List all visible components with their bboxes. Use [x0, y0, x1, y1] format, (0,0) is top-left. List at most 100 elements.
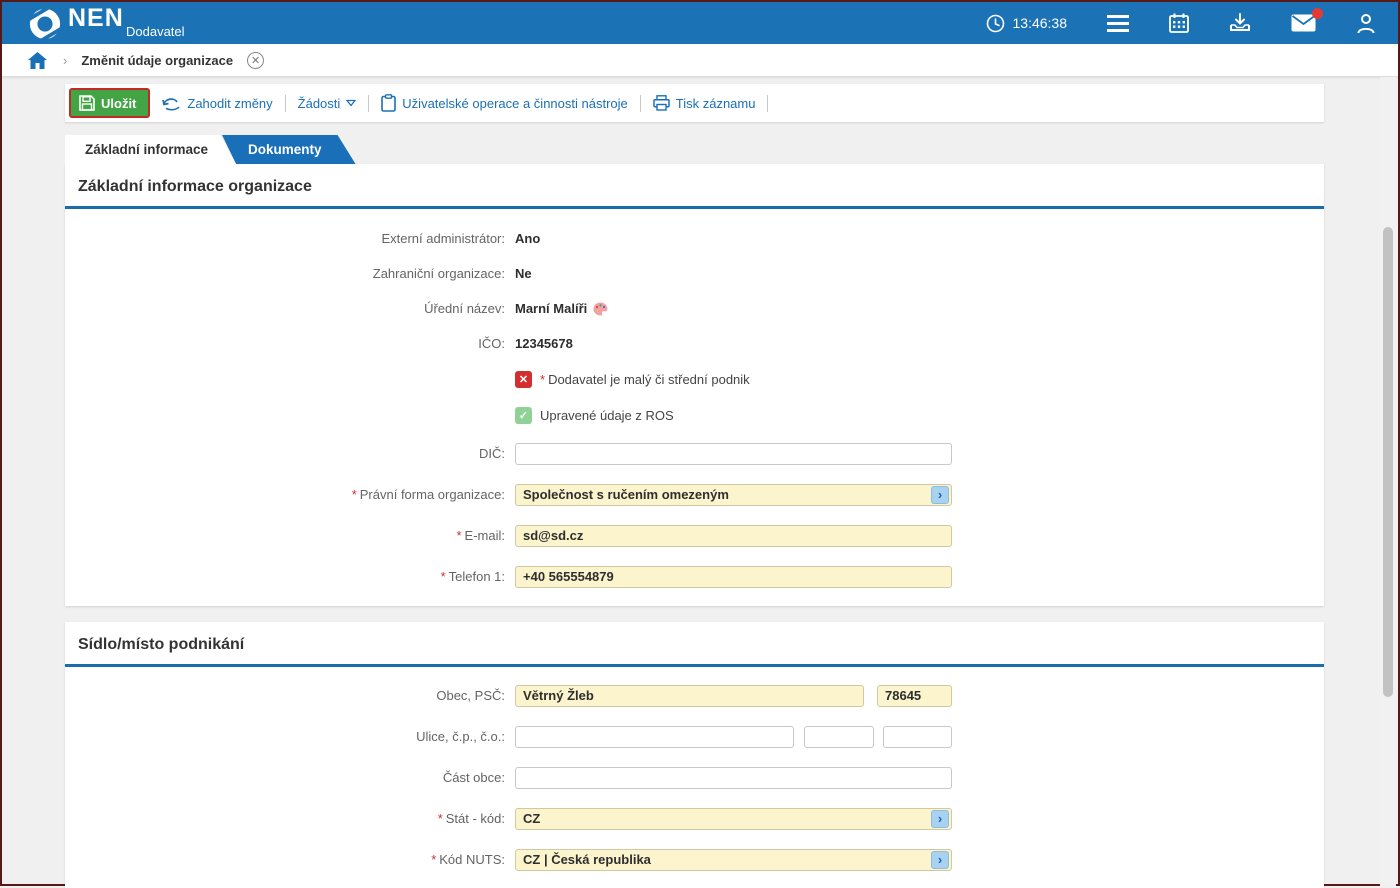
undo-icon: [162, 96, 181, 111]
tab-documents[interactable]: Dokumenty: [222, 135, 356, 164]
brand-name: NEN: [68, 5, 124, 31]
field-street: Ulice, č.p., č.o.:: [65, 716, 1324, 757]
breadcrumb-separator: ›: [63, 53, 67, 68]
section-address: Sídlo/místo podnikání Obec, PSČ: Ulice, …: [65, 622, 1324, 888]
field-label: *Kód NUTS:: [65, 852, 505, 867]
hamburger-icon: [1107, 15, 1129, 32]
field-label: Ulice, č.p., č.o.:: [65, 729, 505, 744]
requests-menu-button[interactable]: Žádosti: [298, 96, 357, 111]
field-phone: *Telefon 1:: [65, 556, 1324, 597]
checkbox-unchecked-icon[interactable]: ✕: [515, 371, 532, 388]
field-nuts-code: *Kód NUTS: CZ | Česká republika ›: [65, 839, 1324, 880]
breadcrumb-title: Změnit údaje organizace: [81, 53, 233, 68]
field-label: *Právní forma organizace:: [65, 487, 505, 502]
field-value: Ne: [515, 266, 532, 281]
field-official-name: Úřední název: Marní Malíři: [65, 291, 1324, 326]
phone-input[interactable]: [515, 566, 952, 588]
clock-icon: [986, 14, 1005, 33]
open-picker-button[interactable]: ›: [931, 851, 949, 869]
calendar-icon: [1169, 13, 1189, 33]
street-input[interactable]: [515, 726, 794, 748]
checkbox-label: *Dodavatel je malý či střední podnik: [540, 372, 750, 387]
legal-form-select[interactable]: Společnost s ručením omezeným ›: [515, 484, 952, 506]
open-picker-button[interactable]: ›: [931, 810, 949, 828]
field-country-code: *Stát - kód: CZ ›: [65, 798, 1324, 839]
save-icon: [79, 95, 95, 111]
tab-bar: Základní informace Dokumenty: [65, 135, 356, 164]
field-label: Úřední název:: [65, 301, 505, 316]
printer-icon: [653, 95, 670, 111]
downloads-button[interactable]: [1229, 13, 1251, 33]
mail-badge: [1312, 8, 1323, 19]
calendar-button[interactable]: [1169, 13, 1189, 33]
action-toolbar: Uložit Zahodit změny Žádosti Uživatelské…: [65, 84, 1324, 122]
download-icon: [1229, 13, 1251, 33]
field-city-zip: Obec, PSČ:: [65, 675, 1324, 716]
field-label: Externí administrátor:: [65, 231, 505, 246]
toolbar-separator: [285, 95, 286, 112]
breadcrumb: › Změnit údaje organizace ✕: [2, 44, 1398, 77]
field-value: Marní Malíři: [515, 301, 587, 316]
nuts-select[interactable]: CZ | Česká republika ›: [515, 849, 952, 871]
app-header: NEN Dodavatel 13:46:38: [2, 2, 1398, 44]
print-record-button[interactable]: Tisk záznamu: [653, 95, 756, 111]
email-input[interactable]: [515, 525, 952, 547]
dropdown-triangle-icon: [346, 99, 356, 107]
discard-changes-button[interactable]: Zahodit změny: [162, 96, 272, 111]
field-district: Část obce:: [65, 757, 1324, 798]
city-input[interactable]: [515, 685, 864, 707]
chevron-right-icon: ›: [938, 811, 942, 826]
house-number-input[interactable]: [804, 726, 874, 748]
field-ico: IČO: 12345678: [65, 326, 1324, 361]
field-ros-checkbox: ✓ Upravené údaje z ROS ?: [65, 397, 1324, 433]
menu-button[interactable]: [1107, 15, 1129, 32]
user-operations-button[interactable]: Uživatelské operace a činnosti nástroje: [381, 94, 627, 112]
nen-logo[interactable]: NEN Dodavatel: [28, 5, 124, 41]
open-picker-button[interactable]: ›: [931, 486, 949, 504]
clipboard-icon: [381, 94, 396, 112]
checkbox-label: Upravené údaje z ROS: [540, 408, 674, 423]
palette-icon: [593, 302, 608, 316]
chevron-right-icon: ›: [938, 852, 942, 867]
nen-swirl-icon: [28, 7, 62, 41]
field-label: *Stát - kód:: [65, 811, 505, 826]
zip-input[interactable]: [877, 685, 952, 707]
person-icon: [1356, 13, 1376, 34]
field-value: Ano: [515, 231, 540, 246]
dic-input[interactable]: [515, 443, 952, 465]
close-tab-button[interactable]: ✕: [247, 52, 264, 69]
district-input[interactable]: [515, 767, 952, 789]
save-button[interactable]: Uložit: [69, 88, 150, 118]
field-external-admin: Externí administrátor: Ano: [65, 221, 1324, 256]
field-value: 12345678: [515, 336, 573, 351]
toolbar-separator: [640, 95, 641, 112]
tab-basic-info[interactable]: Základní informace: [65, 135, 236, 164]
scrollbar-thumb[interactable]: [1383, 227, 1393, 697]
field-email: *E-mail:: [65, 515, 1324, 556]
field-dic: DIČ:: [65, 433, 1324, 474]
vertical-scrollbar[interactable]: [1380, 77, 1396, 886]
clock: 13:46:38: [986, 14, 1068, 33]
checkbox-checked-icon[interactable]: ✓: [515, 407, 532, 424]
field-label: Zahraniční organizace:: [65, 266, 505, 281]
toolbar-separator: [767, 95, 768, 112]
field-label: *E-mail:: [65, 528, 505, 543]
toolbar-separator: [368, 95, 369, 112]
home-icon[interactable]: [28, 52, 47, 69]
field-foreign-org: Zahraniční organizace: Ne: [65, 256, 1324, 291]
section-title: Základní informace organizace: [65, 164, 1324, 206]
section-title: Sídlo/místo podnikání: [65, 622, 1324, 664]
profile-button[interactable]: [1356, 13, 1376, 34]
clock-time: 13:46:38: [1013, 15, 1068, 31]
chevron-right-icon: ›: [938, 487, 942, 502]
field-label: Obec, PSČ:: [65, 688, 505, 703]
field-sme-checkbox: ✕ *Dodavatel je malý či střední podnik: [65, 361, 1324, 397]
country-select[interactable]: CZ ›: [515, 808, 952, 830]
field-legal-form: *Právní forma organizace: Společnost s r…: [65, 474, 1324, 515]
orientation-number-input[interactable]: [883, 726, 952, 748]
field-label: DIČ:: [65, 446, 505, 461]
brand-subtitle: Dodavatel: [126, 24, 185, 39]
section-basic-info: Základní informace organizace Externí ad…: [65, 164, 1324, 606]
field-label: IČO:: [65, 336, 505, 351]
mail-button[interactable]: [1291, 14, 1316, 32]
